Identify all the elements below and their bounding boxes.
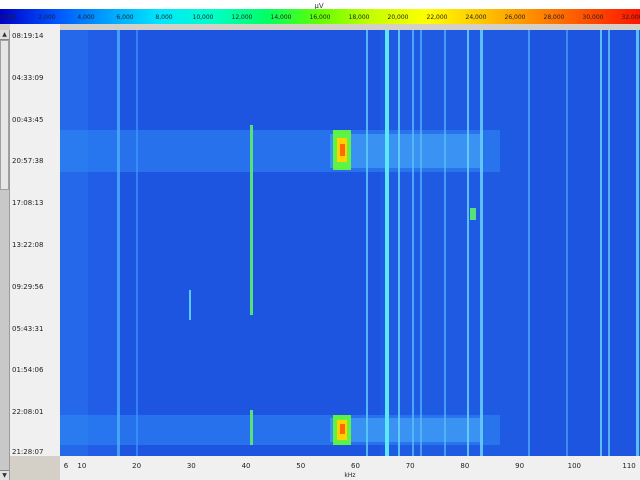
colorbar-tick-label: 18,000 — [348, 14, 370, 21]
colorbar-tick-label: 12,000 — [231, 14, 253, 21]
colorbar-tick-label: 4,000 — [77, 14, 95, 21]
colorbar-tick-label: 8,000 — [155, 14, 173, 21]
carrier-line-17k — [117, 30, 120, 456]
carrier-line-57k — [366, 30, 368, 456]
scroll-thumb[interactable] — [0, 40, 9, 190]
activity-band-upper-core — [330, 134, 480, 168]
hotspot-lower-core — [340, 424, 345, 434]
carrier-line-20k — [136, 30, 138, 456]
carrier-line-77k — [467, 30, 469, 456]
time-axis-label: 09:29:56 — [12, 282, 44, 291]
frequency-axis: 6 10 20 30 40 50 60 70 80 90 100 110 kHz — [60, 456, 640, 480]
frequency-axis-tick-label: 50 — [296, 462, 306, 470]
waterfall-background — [60, 30, 640, 456]
frequency-axis-tick-label: 100 — [567, 462, 582, 470]
scroll-down-arrow-icon[interactable]: ▼ — [0, 470, 9, 480]
colorbar-tick-label: 14,000 — [270, 14, 292, 21]
noise-band-left — [60, 30, 88, 456]
frequency-axis-unit: kHz — [344, 472, 356, 479]
carrier-line-90k — [528, 30, 530, 456]
frequency-axis-tick-label: 10 — [77, 462, 87, 470]
frequency-axis-tick-label: 80 — [460, 462, 470, 470]
colorbar-tick-label: 26,000 — [504, 14, 526, 21]
colorbar: µV 0,000 2,000 4,000 6,000 8,000 10,000 12,000… — [0, 0, 640, 24]
carrier-line-95k — [566, 30, 568, 456]
colorbar-tick-label: 2,000 — [38, 14, 56, 21]
colorbar-tick-label: 28,000 — [543, 14, 565, 21]
time-axis-label: 01:54:06 — [12, 366, 44, 375]
colorbar-tick-label: 24,000 — [465, 14, 487, 21]
carrier-line-81k — [480, 30, 483, 456]
colorbar-tick-label: 0,000 — [0, 14, 17, 21]
colorbar-tick-label: 30,000 — [582, 14, 604, 21]
time-axis-label: 13:22:08 — [12, 241, 44, 249]
scroll-up-arrow-icon[interactable]: ▲ — [0, 30, 9, 40]
carrier-line-102k — [608, 30, 610, 456]
carrier-line-100k — [600, 30, 602, 456]
time-axis-label: 22:08:01 — [12, 408, 44, 417]
frequency-axis-tick-label: 40 — [241, 462, 251, 470]
frequency-axis-tick-label: 70 — [405, 462, 415, 470]
noise-band-left-inner — [88, 30, 118, 456]
carrier-line-72k — [444, 30, 446, 456]
frequency-axis-tick-label: 60 — [351, 462, 360, 470]
colorbar-tick-label: 16,000 — [309, 14, 331, 21]
carrier-line-107k — [636, 30, 639, 456]
colorbar-tick-label: 20,000 — [387, 14, 409, 21]
frequency-axis-tick-label: 30 — [186, 462, 196, 470]
carrier-line-40k — [250, 125, 253, 315]
blip-30k — [189, 290, 191, 320]
carrier-line-65k — [412, 30, 414, 456]
time-axis-label: 08:19:14 — [12, 32, 44, 40]
carrier-line-67k — [420, 30, 422, 456]
carrier-line-40k-lower — [250, 410, 253, 445]
frequency-axis-tick-label: 6 — [63, 462, 69, 470]
frequency-axis-tick-label: 90 — [515, 462, 525, 470]
noise-band-mid — [380, 30, 530, 456]
frequency-axis-tick-label: 20 — [132, 462, 142, 470]
colorbar-tick-label: 32,000 — [621, 14, 640, 21]
hotspot-upper-core — [340, 144, 345, 156]
colorbar-tick-label: 6,000 — [116, 14, 134, 21]
time-axis-label: 00:43:45 — [12, 115, 44, 124]
time-axis-label: 21:28:07 — [12, 448, 44, 456]
colorbar-tick-label: 10,000 — [192, 14, 214, 21]
time-axis-label: 05:43:31 — [12, 324, 44, 333]
time-axis-label: 04:33:09 — [12, 73, 44, 82]
time-axis-label: 17:08:13 — [12, 199, 44, 208]
time-axis: 08:19:14 04:33:09 00:43:45 20:57:38 17:08:13… — [10, 24, 60, 456]
vertical-scrollbar[interactable]: ▲ ▼ — [0, 30, 10, 480]
carrier-line-60k — [385, 30, 389, 456]
frequency-axis-tick-label: 110 — [622, 462, 636, 470]
spectrogram-waterfall[interactable] — [60, 30, 640, 456]
colorbar-tick-label: 22,000 — [426, 14, 448, 21]
time-axis-label: 20:57:38 — [12, 157, 44, 166]
activity-band-lower-core — [330, 418, 480, 442]
blip-80k — [470, 208, 476, 220]
carrier-line-62k — [398, 30, 400, 456]
